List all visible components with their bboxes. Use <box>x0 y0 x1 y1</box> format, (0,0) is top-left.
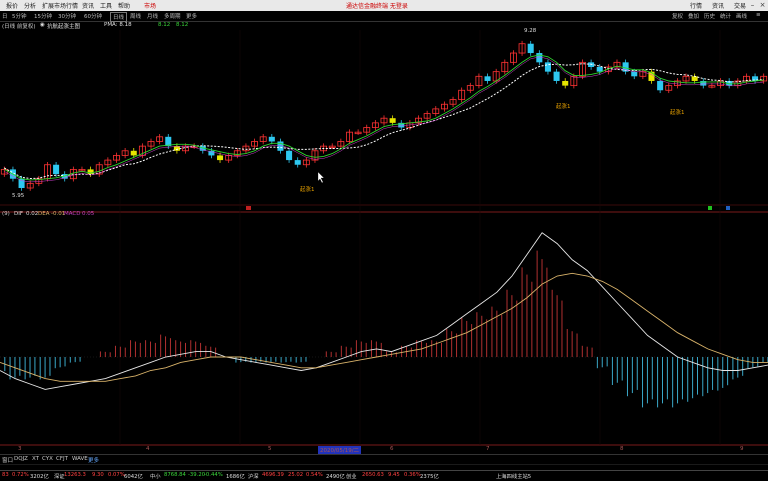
candle-down <box>286 150 293 161</box>
status-item: 1686亿 <box>226 474 245 480</box>
status-item: 0.72% <box>12 472 29 478</box>
indicator-tabs: 窗口 DQJZ XT CYX CFJT WAVE 更多 <box>0 454 768 464</box>
signal-label: 起涨1 <box>300 187 315 193</box>
signal-label: 起涨1 <box>670 110 685 116</box>
tab-window[interactable]: 窗口 <box>2 456 13 464</box>
macd-label: MACD <box>64 211 81 217</box>
candle-down <box>217 155 224 161</box>
date-tick: 4 <box>146 446 150 452</box>
status-item: 0.36% <box>404 472 421 478</box>
tab-dqjz[interactable]: DQJZ <box>14 456 28 462</box>
status-item: 2650.63 <box>362 472 384 478</box>
dea-label: DEA <box>38 211 50 217</box>
low-price-label: 5.95 <box>12 193 25 199</box>
date-tick: 6 <box>390 446 394 452</box>
candle-down <box>268 136 275 142</box>
candle-down <box>18 178 25 189</box>
signal-label: 起涨1 <box>556 104 571 110</box>
candle-down <box>553 71 560 81</box>
status-item: -39.20 <box>188 472 206 478</box>
date-tick: 9 <box>740 446 744 452</box>
dif-value: 0.02 <box>26 211 39 217</box>
chart-canvas[interactable] <box>0 0 768 480</box>
tab-xt[interactable]: XT <box>32 456 39 462</box>
status-item: 83 <box>2 472 9 478</box>
status-item: 6042亿 <box>124 474 143 480</box>
tab-cyx[interactable]: CYX <box>42 456 53 462</box>
status-item: 9.30 <box>92 472 104 478</box>
status-bar: 83 0.72% 3202亿 深证 13263.3 9.30 0.07% 6042亿 中小 876… <box>0 470 768 481</box>
status-item: 0.54% <box>306 472 323 478</box>
date-tick: 7 <box>486 446 490 452</box>
macd-name: (9) <box>2 211 10 217</box>
status-item: 3202亿 <box>30 474 49 480</box>
dif-label: DIF <box>14 211 24 217</box>
candle-down <box>130 150 137 156</box>
status-item: 2375亿 <box>420 474 439 480</box>
status-item: 0.07% <box>108 472 125 478</box>
candle-down <box>173 146 180 151</box>
candle-down <box>691 76 698 81</box>
candle-down <box>53 164 60 175</box>
status-item: 25.02 <box>288 472 304 478</box>
status-item: 9.45 <box>388 472 400 478</box>
candle-down <box>657 80 664 91</box>
cursor-date: 2020/05/19/二 <box>318 446 362 454</box>
macd-info-bar: (9) DIF 0.02 DEA -0.01 MACD 0.05 <box>0 210 768 219</box>
status-item: 13263.3 <box>64 472 86 478</box>
tab-cfjt[interactable]: CFJT <box>56 456 68 462</box>
candle-down <box>536 53 543 63</box>
candle-down <box>484 76 491 81</box>
macd-value: 0.05 <box>82 211 95 217</box>
date-axis: 3 4 5 6 7 8 9 2020/05/19/二 <box>0 446 768 454</box>
high-price-label: 9.28 <box>524 28 537 34</box>
candle-down <box>596 66 603 72</box>
date-tick: 5 <box>268 446 272 452</box>
status-item: 中小 <box>150 474 161 480</box>
candle-down <box>544 62 551 72</box>
date-tick: 3 <box>18 446 22 452</box>
status-item: 上海四线主站5 <box>496 474 532 480</box>
status-item: 4696.39 <box>262 472 284 478</box>
tab-wave[interactable]: WAVE <box>72 456 88 462</box>
candle-down <box>631 71 638 77</box>
candle-down <box>294 160 301 165</box>
status-item: 创业 <box>346 474 357 480</box>
candle-down <box>389 118 396 123</box>
status-item: 8768.84 <box>164 472 186 478</box>
status-item: -0.44% <box>204 472 223 478</box>
mouse-cursor-icon <box>317 171 325 184</box>
tab-more[interactable]: 更多 <box>88 456 99 464</box>
candle-down <box>562 80 569 86</box>
candle-down <box>527 43 534 54</box>
date-tick: 8 <box>620 446 624 452</box>
status-item: 沪深 <box>248 474 259 480</box>
status-item: 2490亿 <box>326 474 345 480</box>
